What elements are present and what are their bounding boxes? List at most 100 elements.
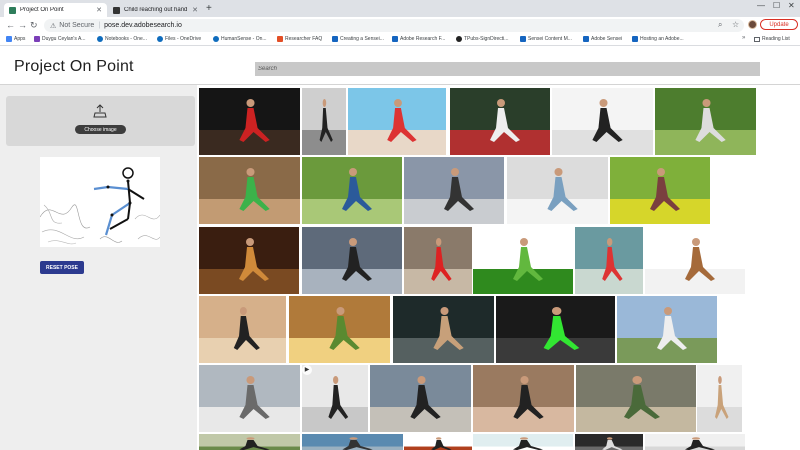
bookmark-item[interactable]: Duygu Ceylan's A... xyxy=(34,36,85,42)
update-button[interactable]: Update xyxy=(760,19,798,30)
bookmark-label: Duygu Ceylan's A... xyxy=(42,36,86,42)
reading-list[interactable]: Reading List xyxy=(754,36,790,42)
result-photo[interactable] xyxy=(199,227,299,294)
bookmarks-bar: Apps Duygu Ceylan's A... Notebooks - One… xyxy=(0,34,800,46)
sensei-icon xyxy=(632,36,638,42)
result-photo[interactable] xyxy=(404,157,504,224)
result-photo[interactable] xyxy=(697,365,742,432)
close-window-icon[interactable]: ✕ xyxy=(788,1,795,10)
tab-favicon xyxy=(113,6,120,14)
bookmark-item[interactable]: Creating a Sensei... xyxy=(332,36,384,42)
result-photo[interactable] xyxy=(302,88,346,155)
bookmark-item[interactable]: Researcher FAQ xyxy=(277,36,322,42)
address-bar[interactable]: ⚠ Not Secure | pose.dev.adobesearch.io xyxy=(44,19,744,32)
results-grid xyxy=(199,88,759,450)
bookmark-item[interactable]: Adobe Research F... xyxy=(392,36,445,42)
bookmark-label: Adobe Sensei xyxy=(591,36,623,42)
result-photo[interactable] xyxy=(199,88,300,155)
tab-title: Child reaching out hand stock xyxy=(124,7,189,13)
bookmark-label: Creating a Sensei... xyxy=(340,36,384,42)
back-arrow-icon[interactable]: ← xyxy=(6,20,15,30)
warning-icon: ⚠ xyxy=(50,22,57,30)
result-photo[interactable] xyxy=(645,227,745,294)
result-photo[interactable] xyxy=(473,227,573,294)
bookmark-item[interactable]: HumanSense - On... xyxy=(213,36,267,42)
result-photo[interactable] xyxy=(473,365,574,432)
bookmark-item[interactable]: Files - OneDrive xyxy=(157,36,201,42)
bookmark-item[interactable]: Sensei Content M... xyxy=(520,36,572,42)
tab-stock-photo[interactable]: Child reaching out hand stock ✕ xyxy=(108,3,203,17)
bookmark-label: Sensei Content M... xyxy=(528,36,572,42)
reading-list-label: Reading List xyxy=(762,36,790,42)
result-photo[interactable] xyxy=(576,365,696,432)
tab-title: Project On Point xyxy=(20,7,64,13)
bookmark-item[interactable]: Notebooks - One... xyxy=(97,36,147,42)
bookmark-label: Hosting an Adobe... xyxy=(640,36,684,42)
profile-avatar[interactable] xyxy=(748,20,757,29)
chevron-right-icon[interactable]: » xyxy=(742,35,745,41)
result-photo[interactable] xyxy=(199,157,300,224)
result-photo[interactable] xyxy=(450,88,550,155)
bookmark-label: Adobe Research F... xyxy=(400,36,446,42)
sensei-icon xyxy=(392,36,398,42)
choose-image-button[interactable]: Choose image xyxy=(75,125,126,134)
result-photo[interactable] xyxy=(393,296,494,363)
tab-favicon xyxy=(9,6,16,14)
bookmark-apps[interactable]: Apps xyxy=(6,36,25,42)
reload-icon[interactable]: ↻ xyxy=(30,20,38,30)
new-tab-button[interactable]: + xyxy=(206,3,212,15)
pose-sketch[interactable] xyxy=(39,157,161,247)
result-photo[interactable] xyxy=(370,365,471,432)
url-separator: | xyxy=(98,22,101,29)
result-photo[interactable] xyxy=(199,365,300,432)
result-photo[interactable] xyxy=(404,434,472,450)
result-photo[interactable] xyxy=(302,365,368,432)
result-photo[interactable] xyxy=(575,434,643,450)
tab-strip: Project On Point ✕ Child reaching out ha… xyxy=(0,0,800,17)
result-photo[interactable] xyxy=(507,157,608,224)
close-icon[interactable]: ✕ xyxy=(192,6,198,14)
forward-arrow-icon[interactable]: → xyxy=(18,20,27,30)
cloud-icon xyxy=(157,36,163,42)
bookmark-item[interactable]: TPubs-SignDirecti... xyxy=(456,36,508,42)
bookmark-item[interactable]: Hosting an Adobe... xyxy=(632,36,684,42)
result-photo[interactable] xyxy=(655,88,756,155)
result-photo[interactable] xyxy=(302,157,402,224)
close-icon[interactable]: ✕ xyxy=(96,6,102,14)
result-photo[interactable] xyxy=(496,296,615,363)
minimize-icon[interactable]: — xyxy=(757,1,765,10)
maximize-icon[interactable]: ☐ xyxy=(773,1,780,10)
result-photo[interactable] xyxy=(302,434,403,450)
zoom-icon[interactable]: ⌕ xyxy=(718,20,722,30)
sensei-icon xyxy=(332,36,338,42)
star-icon[interactable]: ☆ xyxy=(732,20,739,29)
github-icon xyxy=(456,36,462,42)
result-photo[interactable] xyxy=(302,227,402,294)
result-photo[interactable] xyxy=(617,296,717,363)
result-photo[interactable] xyxy=(575,227,643,294)
sensei-icon xyxy=(520,36,526,42)
upload-icon xyxy=(92,104,108,123)
reset-pose-button[interactable]: RESET POSE xyxy=(40,261,84,274)
result-photo[interactable] xyxy=(199,434,300,450)
result-photo[interactable] xyxy=(610,157,710,224)
page-title: Project On Point xyxy=(14,58,134,75)
tab-project-on-point[interactable]: Project On Point ✕ xyxy=(4,3,107,17)
result-photo[interactable] xyxy=(645,434,745,450)
result-photo[interactable] xyxy=(404,227,472,294)
result-photo[interactable] xyxy=(289,296,390,363)
cloud-icon xyxy=(97,36,103,42)
play-icon[interactable]: ▶ xyxy=(302,365,312,375)
bookmark-item[interactable]: Adobe Sensei xyxy=(583,36,622,42)
result-photo[interactable] xyxy=(199,296,286,363)
search-input[interactable] xyxy=(255,62,760,76)
result-photo[interactable] xyxy=(473,434,573,450)
bookmark-label: Files - OneDrive xyxy=(165,36,202,42)
security-label: Not Secure xyxy=(59,22,95,29)
result-photo[interactable] xyxy=(552,88,653,155)
result-photo[interactable] xyxy=(348,88,446,155)
sensei-icon xyxy=(583,36,589,42)
adobe-icon xyxy=(277,36,283,42)
bookmark-label: HumanSense - On... xyxy=(221,36,267,42)
bookmark-label: Researcher FAQ xyxy=(285,36,323,42)
